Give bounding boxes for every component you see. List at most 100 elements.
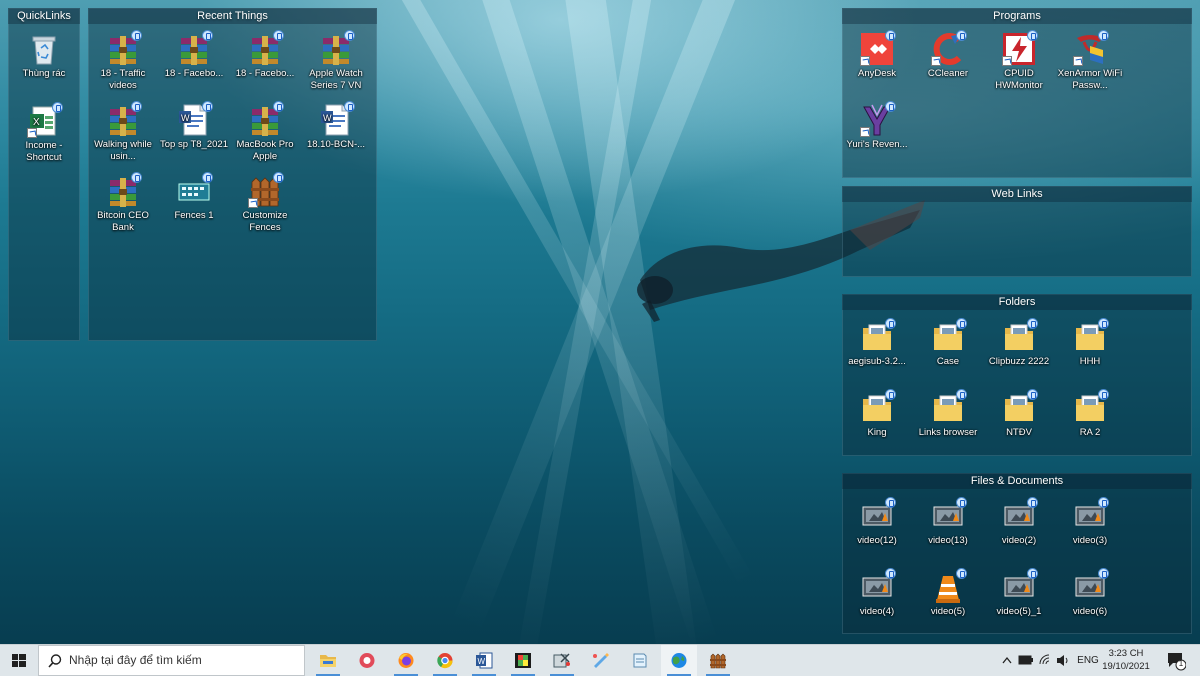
taskbar-app-network-globe[interactable] [661, 645, 697, 676]
fence-title: QuickLinks [8, 8, 80, 24]
taskbar-app-fences[interactable] [700, 645, 736, 676]
desktop-icon[interactable]: Links browser [913, 389, 983, 439]
fence-badge-icon [1098, 568, 1109, 579]
word-icon: W [475, 652, 493, 669]
fence-programs[interactable]: Programs AnyDesk CCleaner CPUID HWMonitor X… [842, 8, 1192, 178]
desktop-icon[interactable]: Clipbuzz 2222 [984, 318, 1054, 368]
fence-files-documents[interactable]: Files & Documents video(12) video(13) vide… [842, 473, 1192, 634]
desktop-icon[interactable]: 18 - Facebo... [159, 30, 229, 80]
desktop-icon[interactable]: NTĐV [984, 389, 1054, 439]
fence-badge-icon [273, 30, 284, 41]
desktop-icon[interactable]: MacBook Pro Apple [230, 101, 300, 163]
shortcut-arrow-icon [1002, 56, 1012, 66]
fence-recent-things[interactable]: Recent Things 18 - Traffic videos 18 - Fa… [88, 8, 377, 341]
wifi-icon[interactable] [1038, 653, 1052, 667]
desktop-icon[interactable]: video(2) [984, 497, 1054, 547]
taskbar-app-paint[interactable] [583, 645, 619, 676]
desktop[interactable]: QuickLinks Thùng rác X Income - Shortcut… [0, 0, 1200, 644]
fence-badge-icon [885, 101, 896, 112]
fence-badge-icon [344, 30, 355, 41]
desktop-icon[interactable]: RA 2 [1055, 389, 1125, 439]
taskbar-app-word[interactable]: W [466, 645, 502, 676]
desktop-icon[interactable]: video(6) [1055, 568, 1125, 618]
desktop-icon[interactable]: Yuri's Reven... [842, 101, 912, 151]
winrar-archive-icon [106, 101, 142, 137]
taskbar-app-chrome[interactable] [427, 645, 463, 676]
desktop-icon[interactable]: video(3) [1055, 497, 1125, 547]
desktop-icon[interactable]: CCleaner [913, 30, 983, 80]
winrar-archive-icon [177, 30, 213, 66]
svg-text:W: W [181, 113, 190, 123]
fence-badge-icon [956, 389, 967, 400]
taskbar-app-movie-maker[interactable] [505, 645, 541, 676]
search-placeholder: Nhập tại đây để tìm kiếm [69, 653, 202, 667]
desktop-icon[interactable]: King [842, 389, 912, 439]
desktop-icon-recycle-bin[interactable]: Thùng rác [9, 32, 79, 80]
fence-badge-icon [1027, 389, 1038, 400]
desktop-icon[interactable]: Apple Watch Series 7 VN [301, 30, 371, 92]
desktop-icon[interactable]: Case [913, 318, 983, 368]
desktop-icon[interactable]: W 18.10-BCN-... [301, 101, 371, 151]
desktop-icon[interactable]: W Top sp T8_2021 [159, 101, 229, 151]
desktop-icon[interactable]: Customize Fences [230, 172, 300, 234]
fence-quicklinks[interactable]: QuickLinks Thùng rác X Income - Shortcut [8, 8, 80, 341]
desktop-icon-label: video(5) [930, 606, 966, 617]
folder-icon [1002, 318, 1038, 354]
fences-icon [709, 652, 727, 669]
desktop-icon[interactable]: video(12) [842, 497, 912, 547]
taskbar-app-snipping-tool[interactable] [544, 645, 580, 676]
clock[interactable]: 3:23 CH 19/10/2021 [1098, 647, 1154, 673]
desktop-icon[interactable]: Bitcoin CEO Bank [88, 172, 158, 234]
folder-icon [931, 318, 967, 354]
excel-file-icon: X [27, 102, 63, 138]
language-indicator[interactable]: ENG [1076, 645, 1100, 676]
fence-badge-icon [885, 30, 896, 41]
winrar-archive-icon [319, 30, 355, 66]
desktop-icon-label: King [867, 427, 887, 438]
folder-icon [931, 389, 967, 425]
taskbar-app-file-explorer[interactable] [310, 645, 346, 676]
desktop-icon-label: AnyDesk [857, 68, 896, 79]
fence-web-links[interactable]: Web Links [842, 186, 1192, 277]
desktop-icon[interactable]: HHH [1055, 318, 1125, 368]
chevron-up-icon[interactable] [1002, 656, 1012, 664]
desktop-icon-income-shortcut[interactable]: X Income - Shortcut [9, 102, 79, 164]
hwmonitor-icon [1002, 30, 1038, 66]
desktop-icon[interactable]: video(4) [842, 568, 912, 618]
desktop-icon[interactable]: CPUID HWMonitor [984, 30, 1054, 92]
taskbar-app-screen-recorder[interactable] [349, 645, 385, 676]
notification-center-button[interactable]: 1 [1166, 651, 1187, 671]
desktop-icon[interactable]: XenArmor WiFi Passw... [1055, 30, 1125, 92]
fences-snapshot-icon [177, 172, 213, 208]
notepad-icon [631, 652, 649, 669]
desktop-icon[interactable]: 18 - Facebo... [230, 30, 300, 80]
taskbar-app-notepad[interactable] [622, 645, 658, 676]
start-button[interactable] [0, 645, 38, 676]
fence-badge-icon [1027, 497, 1038, 508]
desktop-icon[interactable]: Walking while usin... [88, 101, 158, 163]
desktop-icon[interactable]: aegisub-3.2... [842, 318, 912, 368]
shortcut-arrow-icon [27, 128, 37, 138]
desktop-icon[interactable]: AnyDesk [842, 30, 912, 80]
xenarmor-icon [1073, 30, 1109, 66]
desktop-icon-label: XenArmor WiFi Passw... [1057, 68, 1123, 91]
desktop-icon[interactable]: video(13) [913, 497, 983, 547]
folder-icon [1073, 389, 1109, 425]
search-box[interactable]: Nhập tại đây để tìm kiếm [38, 645, 305, 676]
fence-title: Web Links [842, 186, 1192, 202]
svg-text:W: W [478, 657, 486, 666]
battery-icon[interactable] [1018, 655, 1034, 665]
desktop-icon[interactable]: video(5) [913, 568, 983, 618]
fence-badge-icon [273, 172, 284, 183]
fence-badge-icon [202, 30, 213, 41]
desktop-icon[interactable]: Fences 1 [159, 172, 229, 222]
fence-folders[interactable]: Folders aegisub-3.2... Case Clipbuzz 2222 H… [842, 294, 1192, 456]
winrar-archive-icon [248, 30, 284, 66]
fence-badge-icon [1098, 497, 1109, 508]
desktop-icon-label: Walking while usin... [94, 139, 152, 162]
volume-icon[interactable] [1056, 654, 1070, 667]
desktop-icon[interactable]: 18 - Traffic videos [88, 30, 158, 92]
taskbar-app-firefox[interactable] [388, 645, 424, 676]
svg-text:X: X [33, 117, 40, 128]
desktop-icon[interactable]: video(5)_1 [984, 568, 1054, 618]
